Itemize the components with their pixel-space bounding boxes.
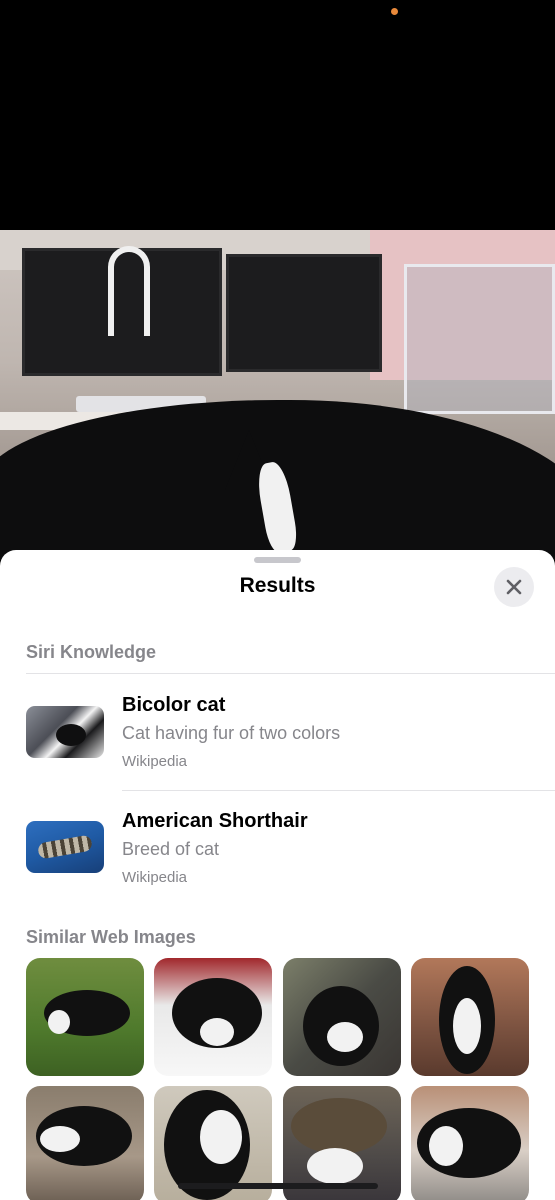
- result-thumbnail: [26, 821, 104, 873]
- result-title: Bicolor cat: [122, 694, 226, 716]
- analyzed-photo[interactable]: [0, 230, 555, 560]
- result-description: Cat having fur of two colors: [122, 723, 341, 743]
- privacy-indicator-dot: [391, 8, 398, 15]
- divider: [26, 673, 555, 674]
- close-button[interactable]: [494, 567, 534, 607]
- home-indicator[interactable]: [178, 1183, 378, 1189]
- divider: [122, 790, 555, 791]
- sheet-title: Results: [239, 574, 316, 597]
- result-description: Breed of cat: [122, 839, 220, 859]
- similar-image-tile[interactable]: [154, 958, 272, 1076]
- sheet-grabber[interactable]: [254, 557, 301, 563]
- result-item-american-shorthair[interactable]: American Shorthair Breed of cat Wikipedi…: [0, 796, 555, 896]
- similar-image-tile[interactable]: [26, 958, 144, 1076]
- result-source: Wikipedia: [122, 753, 188, 770]
- similar-image-tile[interactable]: [411, 958, 529, 1076]
- result-title: American Shorthair: [122, 810, 308, 832]
- similar-image-tile[interactable]: [411, 1086, 529, 1200]
- result-item-bicolor-cat[interactable]: Bicolor cat Cat having fur of two colors…: [0, 680, 555, 780]
- close-icon: [506, 579, 522, 595]
- similar-image-tile[interactable]: [26, 1086, 144, 1200]
- similar-image-tile[interactable]: [283, 958, 401, 1076]
- camera-preview-top: [0, 0, 555, 230]
- section-label-similar-web-images: Similar Web Images: [26, 927, 196, 947]
- shelf: [404, 264, 555, 414]
- headphones: [108, 246, 150, 336]
- result-thumbnail: [26, 706, 104, 758]
- section-label-siri-knowledge: Siri Knowledge: [26, 642, 157, 662]
- results-sheet: Results Siri Knowledge Bicolor cat Cat h…: [0, 550, 555, 1200]
- result-source: Wikipedia: [122, 869, 188, 886]
- monitor-right: [226, 254, 382, 372]
